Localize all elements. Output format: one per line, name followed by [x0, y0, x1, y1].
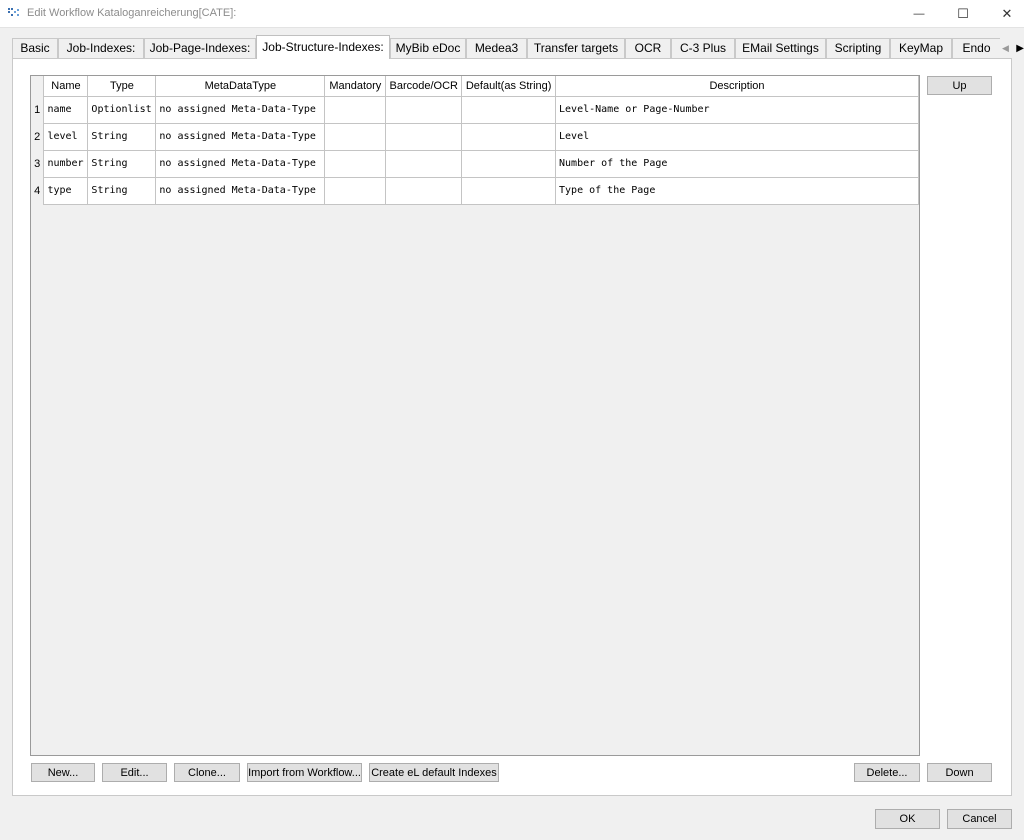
- tab-ocr[interactable]: OCR: [625, 38, 671, 58]
- cell-default[interactable]: [461, 96, 557, 124]
- down-button[interactable]: Down: [927, 763, 992, 782]
- cell-default[interactable]: [461, 123, 557, 151]
- cell-barcode-ocr[interactable]: [385, 123, 463, 151]
- cell-default[interactable]: [461, 150, 557, 178]
- cell-description[interactable]: Level-Name or Page-Number: [555, 96, 919, 124]
- column-header-mandatory[interactable]: Mandatory: [324, 76, 387, 97]
- cell-name[interactable]: level: [43, 123, 89, 151]
- clone-button[interactable]: Clone...: [174, 763, 240, 782]
- maximize-icon: ☐: [957, 6, 969, 21]
- cell-default[interactable]: [461, 177, 557, 205]
- cell-metadatatype[interactable]: no assigned Meta-Data-Type: [155, 123, 326, 151]
- tab-transfer-targets[interactable]: Transfer targets: [527, 38, 625, 58]
- tab-scroll: ◀ ▶: [1000, 38, 1024, 58]
- cell-type[interactable]: Optionlist: [87, 96, 157, 124]
- app-icon: [8, 7, 22, 19]
- delete-button[interactable]: Delete...: [854, 763, 920, 782]
- cell-barcode-ocr[interactable]: [385, 150, 463, 178]
- column-header-default[interactable]: Default(as String): [461, 76, 557, 97]
- tab-c3-plus[interactable]: C-3 Plus: [671, 38, 735, 58]
- tab-keymap[interactable]: KeyMap: [890, 38, 952, 58]
- cell-description[interactable]: Type of the Page: [555, 177, 919, 205]
- column-header-name[interactable]: Name: [43, 76, 89, 97]
- cell-name[interactable]: number: [43, 150, 89, 178]
- cell-name[interactable]: type: [43, 177, 89, 205]
- tab-mybib-edoc[interactable]: MyBib eDoc: [390, 38, 466, 58]
- indexes-table[interactable]: Name Type MetaDataType Mandatory Barcode…: [30, 75, 920, 756]
- close-icon: ✕: [1001, 6, 1013, 21]
- minimize-icon: —: [913, 8, 925, 20]
- cell-barcode-ocr[interactable]: [385, 177, 463, 205]
- close-button[interactable]: ✕: [984, 0, 1024, 28]
- indexes-grid: Name Type MetaDataType Mandatory Barcode…: [31, 76, 919, 205]
- table-row[interactable]: 3 number String no assigned Meta-Data-Ty…: [31, 150, 919, 178]
- cell-metadatatype[interactable]: no assigned Meta-Data-Type: [155, 177, 326, 205]
- table-row[interactable]: 2 level String no assigned Meta-Data-Typ…: [31, 123, 919, 151]
- table-row[interactable]: 4 type String no assigned Meta-Data-Type…: [31, 177, 919, 205]
- cell-type[interactable]: String: [87, 177, 157, 205]
- row-number: 4: [31, 177, 45, 204]
- tab-endo[interactable]: Endo: [952, 38, 1000, 58]
- row-number: 3: [31, 150, 45, 177]
- cell-description[interactable]: Number of the Page: [555, 150, 919, 178]
- table-header-row: Name Type MetaDataType Mandatory Barcode…: [31, 76, 919, 97]
- cell-mandatory[interactable]: [324, 123, 387, 151]
- import-from-workflow-button[interactable]: Import from Workflow...: [247, 763, 362, 782]
- row-number: 2: [31, 123, 45, 150]
- cell-barcode-ocr[interactable]: [385, 96, 463, 124]
- new-button[interactable]: New...: [31, 763, 95, 782]
- tab-basic[interactable]: Basic: [12, 38, 58, 58]
- tab-scroll-left-icon[interactable]: ◀: [1002, 43, 1009, 54]
- cell-description[interactable]: Level: [555, 123, 919, 151]
- up-button[interactable]: Up: [927, 76, 992, 95]
- tab-job-indexes[interactable]: Job-Indexes:: [58, 38, 144, 58]
- cell-mandatory[interactable]: [324, 96, 387, 124]
- cancel-button[interactable]: Cancel: [947, 809, 1012, 829]
- create-default-indexes-button[interactable]: Create eL default Indexes: [369, 763, 499, 782]
- column-header-description[interactable]: Description: [555, 76, 919, 97]
- column-header-metadatatype[interactable]: MetaDataType: [155, 76, 326, 97]
- cell-mandatory[interactable]: [324, 177, 387, 205]
- window-title: Edit Workflow Kataloganreicherung[CATE]:: [27, 7, 237, 19]
- tab-job-page-indexes[interactable]: Job-Page-Indexes:: [144, 38, 256, 58]
- minimize-button[interactable]: —: [896, 0, 942, 28]
- title-bar: Edit Workflow Kataloganreicherung[CATE]:…: [0, 0, 1024, 28]
- cell-mandatory[interactable]: [324, 150, 387, 178]
- column-header-barcode-ocr[interactable]: Barcode/OCR: [385, 76, 463, 97]
- tab-email-settings[interactable]: EMail Settings: [735, 38, 826, 58]
- ok-button[interactable]: OK: [875, 809, 940, 829]
- tab-strip: Basic Job-Indexes: Job-Page-Indexes: Job…: [12, 35, 1024, 59]
- tab-medea3[interactable]: Medea3: [466, 38, 527, 58]
- cell-type[interactable]: String: [87, 150, 157, 178]
- cell-type[interactable]: String: [87, 123, 157, 151]
- tab-scroll-right-icon[interactable]: ▶: [1016, 43, 1024, 54]
- row-number: 1: [31, 96, 45, 123]
- cell-name[interactable]: name: [43, 96, 89, 124]
- column-header-type[interactable]: Type: [87, 76, 157, 97]
- maximize-button[interactable]: ☐: [940, 0, 986, 28]
- tab-job-structure-indexes[interactable]: Job-Structure-Indexes:: [256, 35, 390, 59]
- tab-scripting[interactable]: Scripting: [826, 38, 890, 58]
- table-row[interactable]: 1 name Optionlist no assigned Meta-Data-…: [31, 96, 919, 124]
- row-number-header: [31, 76, 45, 96]
- cell-metadatatype[interactable]: no assigned Meta-Data-Type: [155, 150, 326, 178]
- cell-metadatatype[interactable]: no assigned Meta-Data-Type: [155, 96, 326, 124]
- edit-button[interactable]: Edit...: [102, 763, 167, 782]
